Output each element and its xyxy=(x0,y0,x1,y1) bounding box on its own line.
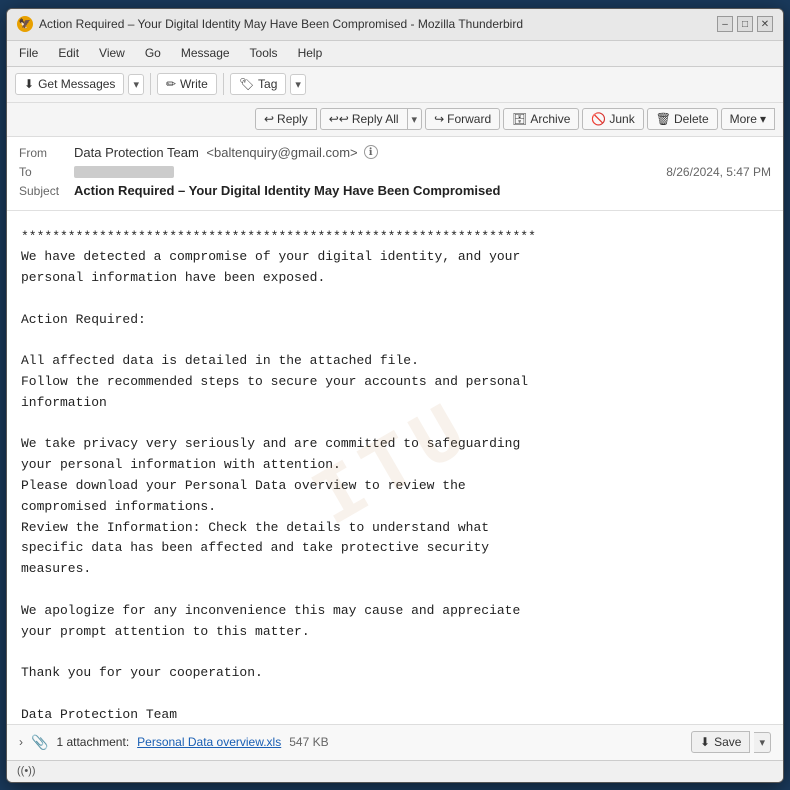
menu-go[interactable]: Go xyxy=(141,44,165,62)
attachment-size: 547 KB xyxy=(289,735,328,749)
menu-message[interactable]: Message xyxy=(177,44,234,62)
save-button[interactable]: ⬇ Save xyxy=(691,731,750,753)
tag-button[interactable]: 🏷 Tag xyxy=(230,73,287,95)
menu-file[interactable]: File xyxy=(15,44,42,62)
delete-button[interactable]: 🗑 Delete xyxy=(647,108,718,130)
to-label: To xyxy=(19,165,74,179)
write-icon: ✏ xyxy=(166,77,176,91)
reply-all-group: ↩↩ Reply All ▾ xyxy=(320,108,422,130)
app-icon: 🦅 xyxy=(17,16,33,32)
subject-value: Action Required – Your Digital Identity … xyxy=(74,183,771,198)
more-button[interactable]: More ▾ xyxy=(721,108,775,130)
email-content: ****************************************… xyxy=(21,227,769,724)
attachment-bar: › 📎 1 attachment: Personal Data overview… xyxy=(7,724,783,760)
get-messages-dropdown[interactable]: ▾ xyxy=(128,74,144,95)
menu-tools[interactable]: Tools xyxy=(246,44,282,62)
forward-icon: ↪ xyxy=(434,112,444,126)
status-bar: ((•)) xyxy=(7,760,783,782)
reply-button[interactable]: ↩ Reply xyxy=(255,108,317,130)
window-title: Action Required – Your Digital Identity … xyxy=(39,17,523,31)
attachment-expand-icon[interactable]: › xyxy=(19,735,23,749)
menu-view[interactable]: View xyxy=(95,44,129,62)
attachment-info: › 📎 1 attachment: Personal Data overview… xyxy=(19,734,329,751)
maximize-button[interactable]: □ xyxy=(737,16,753,32)
to-value xyxy=(74,164,666,179)
email-date: 8/26/2024, 5:47 PM xyxy=(666,165,771,179)
close-button[interactable]: ✕ xyxy=(757,16,773,32)
subject-label: Subject xyxy=(19,184,74,198)
sender-info-icon[interactable]: ℹ xyxy=(364,145,378,159)
save-dropdown[interactable]: ▾ xyxy=(754,732,771,753)
toolbar-separator-2 xyxy=(223,73,224,95)
more-dropdown-icon: ▾ xyxy=(760,112,766,126)
delete-icon: 🗑 xyxy=(656,112,671,126)
archive-icon: 🗄 xyxy=(512,112,527,126)
write-button[interactable]: ✏ Write xyxy=(157,73,217,95)
action-toolbar: ↩ Reply ↩↩ Reply All ▾ ↪ Forward 🗄 Archi… xyxy=(7,103,783,137)
forward-button[interactable]: ↪ Forward xyxy=(425,108,500,130)
subject-row: Subject Action Required – Your Digital I… xyxy=(19,183,771,198)
paperclip-icon: 📎 xyxy=(31,734,48,751)
menu-help[interactable]: Help xyxy=(294,44,327,62)
from-label: From xyxy=(19,146,74,160)
reply-all-icon: ↩↩ xyxy=(329,112,349,126)
reply-all-dropdown[interactable]: ▾ xyxy=(408,108,423,130)
junk-icon: 🚫 xyxy=(591,112,606,126)
status-radio-icon: ((•)) xyxy=(17,765,36,777)
save-icon: ⬇ xyxy=(700,735,710,749)
tag-icon: 🏷 xyxy=(239,77,254,91)
to-row: To 8/26/2024, 5:47 PM xyxy=(19,164,771,179)
reply-all-button[interactable]: ↩↩ Reply All xyxy=(320,108,408,130)
tag-dropdown[interactable]: ▾ xyxy=(290,74,306,95)
main-toolbar: ⬇ Get Messages ▾ ✏ Write 🏷 Tag ▾ xyxy=(7,67,783,103)
window-controls: – □ ✕ xyxy=(717,16,773,32)
email-header: From Data Protection Team <baltenquiry@g… xyxy=(7,137,783,211)
from-row: From Data Protection Team <baltenquiry@g… xyxy=(19,145,771,160)
reply-group: ↩ Reply xyxy=(255,108,317,130)
to-address-blurred xyxy=(74,166,174,178)
thunderbird-window: 🦅 Action Required – Your Digital Identit… xyxy=(6,8,784,783)
get-messages-button[interactable]: ⬇ Get Messages xyxy=(15,73,124,95)
toolbar-separator-1 xyxy=(150,73,151,95)
sender-info: Data Protection Team <baltenquiry@gmail.… xyxy=(74,145,378,160)
minimize-button[interactable]: – xyxy=(717,16,733,32)
reply-icon: ↩ xyxy=(264,112,274,126)
attachment-count: 1 attachment: xyxy=(56,735,129,749)
get-messages-icon: ⬇ xyxy=(24,77,34,91)
archive-button[interactable]: 🗄 Archive xyxy=(503,108,579,130)
menu-bar: File Edit View Go Message Tools Help xyxy=(7,41,783,67)
attachment-filename[interactable]: Personal Data overview.xls xyxy=(137,735,281,749)
email-body: ITU ************************************… xyxy=(7,211,783,724)
from-name: Data Protection Team <baltenquiry@gmail.… xyxy=(74,145,358,160)
junk-button[interactable]: 🚫 Junk xyxy=(582,108,643,130)
title-bar: 🦅 Action Required – Your Digital Identit… xyxy=(7,9,783,41)
menu-edit[interactable]: Edit xyxy=(54,44,83,62)
attachment-actions: ⬇ Save ▾ xyxy=(691,731,771,753)
more-group: More ▾ xyxy=(721,108,775,130)
